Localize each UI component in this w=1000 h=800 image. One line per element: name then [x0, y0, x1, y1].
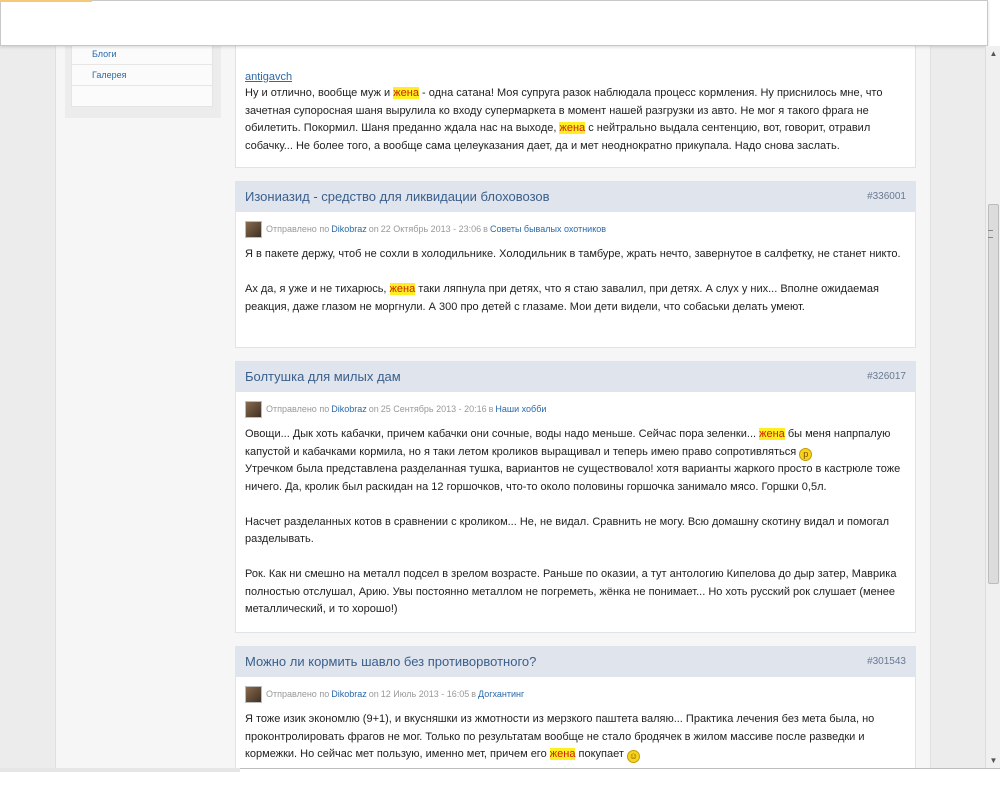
search-highlight: жена — [389, 283, 416, 295]
search-highlight: жена — [549, 748, 576, 760]
quote-text: Ну и отлично, вообще муж и жена - одна с… — [245, 85, 905, 155]
top-toolbar-overlay — [0, 0, 988, 46]
post-paragraph: Утречком была представлена разделанная т… — [245, 463, 901, 493]
post-body: Отправлено по Dikobraz on 12 Июль 2013 -… — [236, 677, 915, 764]
scroll-up-arrow-icon[interactable]: ▲ — [986, 46, 1000, 61]
post-header: Изониазид - средство для ликвидации блох… — [236, 182, 915, 212]
search-highlight: жена — [759, 428, 785, 440]
post-paragraph: Я в пакете держу, чтоб не сохли в холоди… — [245, 248, 901, 260]
search-result-post: Можно ли кормить шавло без противорвотно… — [235, 646, 916, 786]
meta-sent-label: Отправлено по — [266, 224, 330, 234]
sidebar-item-gallery[interactable]: Галерея — [72, 65, 212, 86]
search-highlight: жена — [393, 87, 419, 99]
meta-on-label: on — [368, 404, 379, 414]
post-body: Отправлено по Dikobraz on 22 Октябрь 201… — [236, 212, 915, 316]
search-highlight: жена — [559, 122, 586, 134]
search-result-post: Изониазид - средство для ликвидации блох… — [235, 181, 916, 348]
meta-sent-label: Отправлено по — [266, 404, 330, 414]
post-id[interactable]: #326017 — [867, 371, 906, 382]
post-text: Овощи... Дык хоть кабачки, причем кабачк… — [245, 426, 906, 619]
bottom-bar-overlay — [0, 768, 1000, 800]
avatar[interactable] — [245, 400, 262, 418]
post-text-part: покупает — [575, 748, 627, 760]
post-title-link[interactable]: Можно ли кормить шавло без противорвотно… — [245, 654, 536, 669]
post-date: 22 Октябрь 2013 - 23:06 — [380, 224, 482, 234]
post-meta: Отправлено по Dikobraz on 12 Июль 2013 -… — [245, 677, 906, 711]
author-link[interactable]: Dikobraz — [331, 404, 367, 414]
post-id[interactable]: #336001 — [867, 191, 906, 202]
post-header: Болтушка для милых дам #326017 — [236, 362, 915, 392]
search-result-post: Болтушка для милых дам #326017 Отправлен… — [235, 361, 916, 633]
post-body: Отправлено по Dikobraz on 25 Сентябрь 20… — [236, 392, 915, 619]
post-paragraph: Рок. Как ни смешно на металл подсел в зр… — [245, 568, 897, 615]
bottom-strip — [0, 768, 240, 772]
author-link[interactable]: Dikobraz — [331, 689, 367, 699]
forum-link[interactable]: Наши хобби — [495, 404, 546, 414]
post-text: Я в пакете держу, чтоб не сохли в холоди… — [245, 246, 906, 316]
scrollbar-grip-icon — [988, 230, 993, 238]
post-text-part: Ах да, я уже и не тихарюсь, — [245, 283, 390, 295]
avatar[interactable] — [245, 685, 262, 703]
post-text-part: Овощи... Дык хоть кабачки, причем кабачк… — [245, 428, 760, 440]
post-date: 12 Июль 2013 - 16:05 — [380, 689, 470, 699]
meta-sent-label: Отправлено по — [266, 689, 330, 699]
post-title-link[interactable]: Болтушка для милых дам — [245, 369, 401, 384]
quote-text-part: Ну и отлично, вообще муж и — [245, 87, 394, 99]
smiley-icon: ☺ — [626, 750, 640, 763]
post-paragraph: Я тоже изик экономлю (9+1), и вкусняшки … — [245, 711, 906, 764]
vertical-scrollbar[interactable]: ▲ ▼ — [985, 46, 1000, 768]
scroll-down-arrow-icon[interactable]: ▼ — [986, 753, 1000, 768]
meta-on-label: on — [368, 224, 379, 234]
quote-author-link[interactable]: antigavch — [245, 71, 292, 83]
post-paragraph: Овощи... Дык хоть кабачки, причем кабачк… — [245, 426, 906, 461]
post-paragraph: Насчет разделанных котов в сравнении с к… — [245, 515, 890, 546]
meta-on-label: on — [368, 689, 379, 699]
smiley-tongue-icon: p — [799, 447, 813, 461]
previous-post-quote: antigavch Ну и отлично, вообще муж и жен… — [235, 40, 916, 168]
post-title-link[interactable]: Изониазид - средство для ликвидации блох… — [245, 189, 550, 204]
post-id[interactable]: #301543 — [867, 656, 906, 667]
meta-in-label: в — [488, 404, 494, 414]
post-date: 25 Сентябрь 2013 - 20:16 — [380, 404, 487, 414]
post-paragraph: Ах да, я уже и не тихарюсь, жена таки ля… — [245, 281, 906, 316]
sidebar-menu: Блоги Галерея — [71, 40, 213, 107]
forum-link[interactable]: Догхантинг — [478, 689, 524, 699]
top-corner-accent — [0, 0, 92, 2]
post-header: Можно ли кормить шавло без противорвотно… — [236, 647, 915, 677]
forum-link[interactable]: Советы бывалых охотников — [490, 224, 606, 234]
sidebar-item-blogs[interactable]: Блоги — [72, 44, 212, 65]
author-link[interactable]: Dikobraz — [331, 224, 367, 234]
post-meta: Отправлено по Dikobraz on 25 Сентябрь 20… — [245, 392, 906, 426]
meta-in-label: в — [483, 224, 488, 234]
post-text: Я тоже изик экономлю (9+1), и вкусняшки … — [245, 711, 906, 764]
post-meta: Отправлено по Dikobraz on 22 Октябрь 201… — [245, 212, 906, 246]
scrollbar-thumb[interactable] — [988, 204, 999, 584]
meta-in-label: в — [471, 689, 477, 699]
avatar[interactable] — [245, 220, 262, 238]
